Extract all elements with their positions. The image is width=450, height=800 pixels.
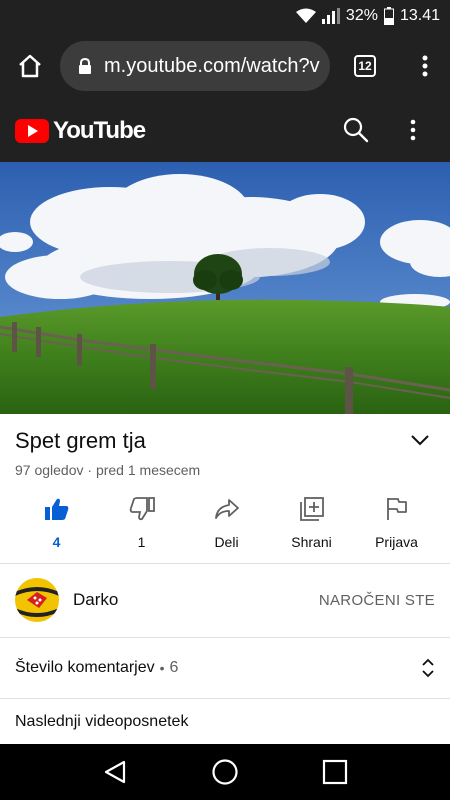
channel-name[interactable]: Darko (73, 590, 118, 610)
add-to-playlist-icon (299, 497, 324, 521)
report-label: Prijava (375, 534, 418, 550)
more-vert-icon (410, 119, 416, 141)
youtube-play-icon (15, 119, 49, 143)
battery-percent: 32% (345, 7, 378, 24)
tab-count: 12 (354, 55, 376, 77)
tab-switcher-button[interactable]: 12 (330, 32, 400, 100)
action-bar: 4 1 Deli Shrani Prijava (0, 494, 450, 560)
save-button[interactable]: Shrani (269, 494, 354, 560)
comments-count: 6 (169, 659, 179, 676)
thumbs-down-icon (129, 497, 155, 521)
back-icon[interactable] (102, 759, 128, 785)
address-bar[interactable]: m.youtube.com/watch?v (60, 41, 330, 91)
up-next-label: Naslednji videoposnetek (15, 713, 189, 730)
share-label: Deli (214, 534, 239, 550)
youtube-wordmark: YouTube (53, 117, 146, 144)
youtube-logo[interactable]: YouTube (15, 117, 146, 145)
battery-icon (383, 7, 394, 25)
dislike-button[interactable]: 1 (99, 494, 184, 560)
youtube-header: YouTube (0, 100, 450, 162)
status-bar: 32% 13.41 (0, 0, 450, 32)
like-count: 4 (52, 534, 61, 550)
clock: 13.41 (399, 7, 440, 24)
like-button[interactable]: 4 (14, 494, 99, 560)
video-thumbnail (0, 162, 450, 414)
signal-icon (321, 8, 340, 24)
comments-label: Število komentarjev (15, 659, 155, 676)
recents-icon[interactable] (322, 759, 348, 785)
share-icon (214, 499, 239, 519)
url-text: m.youtube.com/watch?v (104, 54, 320, 77)
thumbs-up-icon (44, 498, 68, 520)
separator-dot: • (159, 660, 165, 676)
comments-section[interactable]: Število komentarjev • 6 (0, 638, 450, 698)
flag-icon (386, 498, 407, 520)
system-nav-bar (0, 744, 450, 800)
search-icon (343, 117, 369, 143)
video-player[interactable] (0, 162, 450, 414)
unfold-icon[interactable] (421, 658, 435, 678)
wifi-icon (295, 8, 316, 24)
more-vert-icon (422, 55, 428, 77)
lock-icon (79, 58, 91, 74)
search-button[interactable] (342, 116, 370, 149)
channel-row[interactable]: Darko NAROČENI STE (0, 564, 450, 636)
video-title: Spet grem tja (15, 428, 146, 453)
report-button[interactable]: Prijava (354, 494, 439, 560)
divider (0, 698, 450, 699)
chevron-down-icon[interactable] (410, 434, 430, 446)
video-meta: 97 ogledov · pred 1 mesecem (15, 462, 201, 478)
share-button[interactable]: Deli (184, 494, 269, 560)
home-circle-icon[interactable] (211, 758, 239, 786)
home-icon (19, 54, 41, 78)
save-label: Shrani (291, 534, 332, 550)
dislike-count: 1 (137, 534, 146, 550)
browser-toolbar: m.youtube.com/watch?v 12 (0, 32, 450, 100)
up-next-header: Naslednji videoposnetek (0, 700, 450, 744)
home-button[interactable] (0, 32, 60, 100)
video-title-row[interactable]: Spet grem tja (15, 428, 435, 454)
subscribe-button[interactable]: NAROČENI STE (319, 592, 435, 609)
channel-avatar[interactable] (15, 578, 59, 622)
youtube-menu-button[interactable] (410, 118, 416, 147)
browser-menu-button[interactable] (400, 32, 450, 100)
